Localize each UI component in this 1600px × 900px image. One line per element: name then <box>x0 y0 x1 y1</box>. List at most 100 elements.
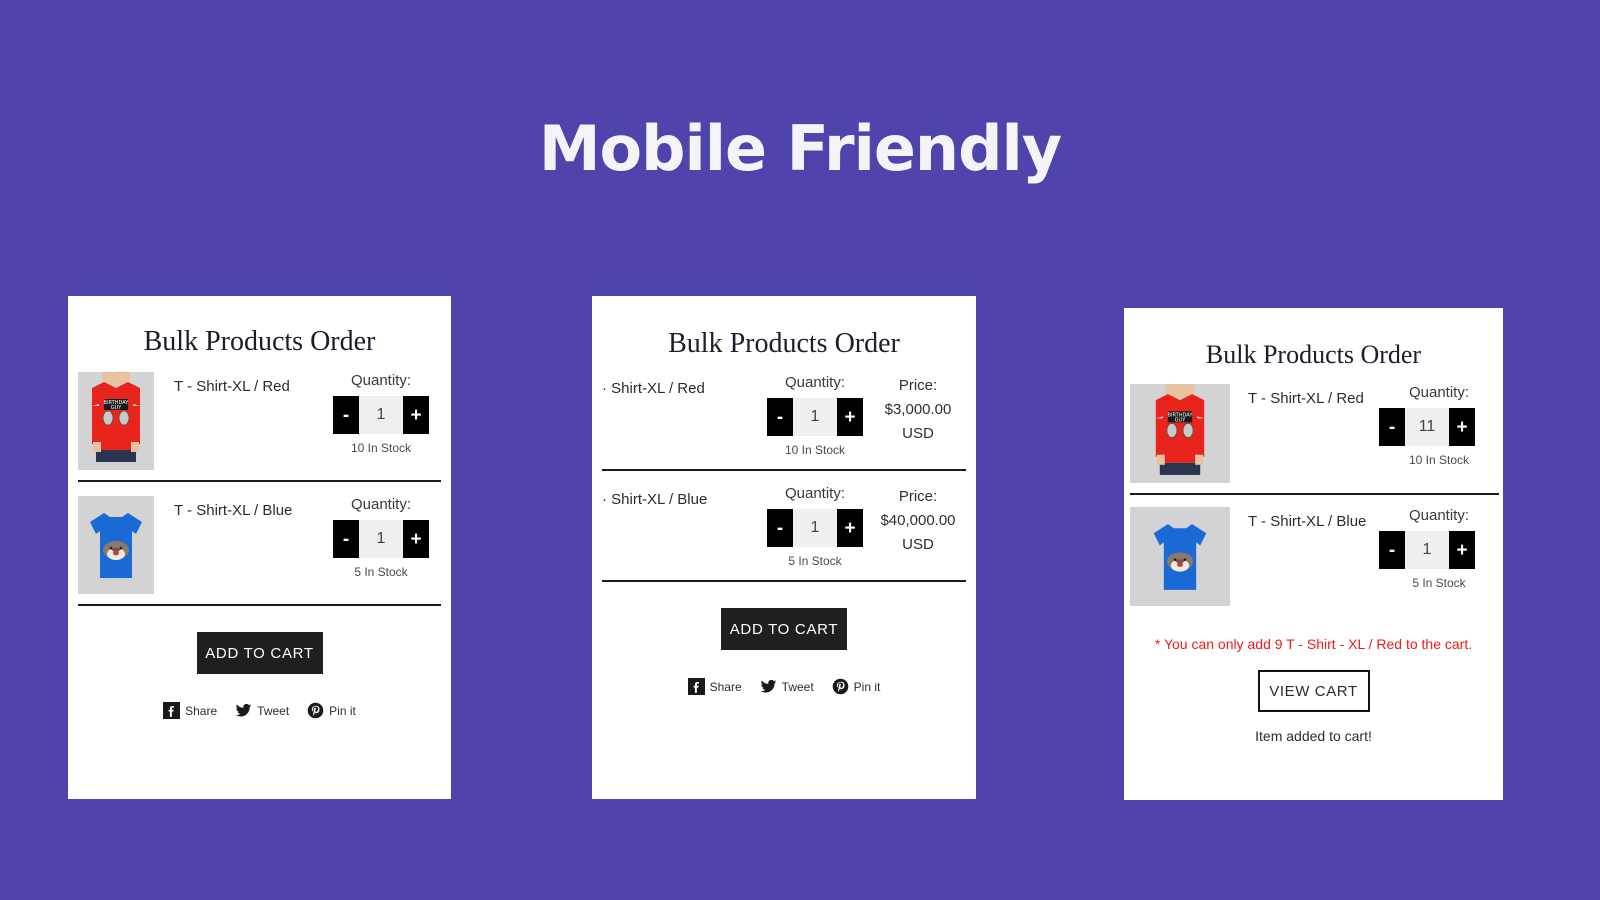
quantity-stepper: - 1 + <box>321 396 441 434</box>
stock-label: 10 In Stock <box>1408 453 1470 467</box>
card-1-title: Bulk Products Order <box>143 326 376 357</box>
pinterest-share-label: Pin it <box>329 703 356 718</box>
price-amount: $40,000.00 <box>880 512 956 529</box>
blue-tshirt-hedgehog-icon <box>78 496 154 594</box>
decrement-button[interactable]: - <box>767 509 793 547</box>
quantity-stepper: - 1 + <box>1379 531 1499 569</box>
quantity-input[interactable]: 1 <box>793 509 837 547</box>
increment-button[interactable]: + <box>403 520 429 558</box>
twitter-share-button[interactable]: Tweet <box>760 678 814 695</box>
price-currency: USD <box>902 536 934 553</box>
twitter-share-button[interactable]: Tweet <box>235 702 289 719</box>
quantity-label: Quantity: <box>350 496 412 513</box>
increment-button[interactable]: + <box>403 396 429 434</box>
increment-button[interactable]: + <box>837 509 863 547</box>
table-row: BIRTHDAY GUY T - Shirt-XL / Red Quantity… <box>78 372 441 482</box>
quantity-label: Quantity: <box>784 485 846 502</box>
add-to-cart-button[interactable]: ADD TO CART <box>196 632 323 674</box>
table-row: T - Shirt-XL / Blue Quantity: - 1 + 5 In… <box>1130 507 1499 618</box>
table-row: BIRTHDAY GUY T - Shirt-XL / Red Quantity… <box>1130 384 1499 495</box>
increment-button[interactable]: + <box>1449 531 1475 569</box>
product-name: T - Shirt-XL / Red <box>1248 390 1364 407</box>
product-name: · Shirt-XL / Red <box>602 380 705 397</box>
svg-text:GUY: GUY <box>1175 417 1187 423</box>
price-amount: $3,000.00 <box>884 401 952 418</box>
pinterest-share-button[interactable]: Pin it <box>832 678 881 695</box>
stock-label: 10 In Stock <box>784 443 846 457</box>
price-label: Price: <box>898 488 938 505</box>
table-row: · Shirt-XL / Red Quantity: - 1 + 10 In S… <box>602 374 966 471</box>
quantity-stepper: - 11 + <box>1379 408 1499 446</box>
status-message: Item added to cart! <box>1255 728 1372 744</box>
product-image-blue-tshirt <box>78 496 154 594</box>
bulk-order-card-3: Bulk Products Order BIRTHDAY GUY T - Shi… <box>1124 308 1503 800</box>
increment-button[interactable]: + <box>1449 408 1475 446</box>
quantity-label: Quantity: <box>350 372 412 389</box>
add-to-cart-button[interactable]: ADD TO CART <box>721 608 847 650</box>
quantity-stepper: - 1 + <box>760 509 870 547</box>
red-tshirt-model-icon: BIRTHDAY GUY <box>1141 384 1219 483</box>
product-cards-area: Bulk Products Order BIRTHDAY GUY T - Shi… <box>0 0 1600 900</box>
facebook-icon <box>163 702 181 719</box>
quantity-stepper-group: Quantity: - 1 + 5 In Stock <box>1379 507 1499 590</box>
pinterest-icon <box>832 678 848 695</box>
twitter-icon <box>235 703 252 717</box>
facebook-share-label: Share <box>709 679 742 694</box>
bulk-order-card-1: Bulk Products Order BIRTHDAY GUY T - Shi… <box>68 296 451 799</box>
increment-button[interactable]: + <box>837 398 863 436</box>
price-currency: USD <box>902 425 934 442</box>
view-cart-button[interactable]: VIEW CART <box>1257 670 1370 712</box>
decrement-button[interactable]: - <box>1379 531 1405 569</box>
facebook-share-button[interactable]: Share <box>163 702 217 719</box>
quantity-stepper-group: Quantity: - 1 + 5 In Stock <box>760 485 870 568</box>
quantity-label: Quantity: <box>784 374 846 391</box>
card-1-product-list: BIRTHDAY GUY T - Shirt-XL / Red Quantity… <box>78 358 441 606</box>
stock-label: 5 In Stock <box>1412 576 1466 590</box>
product-image-blue-tshirt <box>1130 507 1230 606</box>
table-row: · Shirt-XL / Blue Quantity: - 1 + 5 In S… <box>602 485 966 582</box>
twitter-share-label: Tweet <box>257 703 290 718</box>
decrement-button[interactable]: - <box>333 396 359 434</box>
card-3-title: Bulk Products Order <box>1205 340 1422 369</box>
quantity-label: Quantity: <box>1408 507 1470 524</box>
social-share-bar: Share Tweet Pin it <box>592 678 976 695</box>
pinterest-share-label: Pin it <box>853 679 881 694</box>
stock-label: 5 In Stock <box>788 554 842 568</box>
twitter-icon <box>760 679 776 693</box>
card-3-product-list: BIRTHDAY GUY T - Shirt-XL / Red Quantity… <box>1130 370 1499 618</box>
product-image-red-tshirt: BIRTHDAY GUY <box>78 372 154 470</box>
decrement-button[interactable]: - <box>333 520 359 558</box>
bulk-order-card-2: Bulk Products Order · Shirt-XL / Red Qua… <box>592 296 976 799</box>
social-share-bar: Share Tweet Pin it <box>68 702 451 719</box>
card-2-product-list: · Shirt-XL / Red Quantity: - 1 + 10 In S… <box>602 360 966 582</box>
facebook-icon <box>687 678 705 695</box>
decrement-button[interactable]: - <box>767 398 793 436</box>
price-label: Price: <box>898 377 938 394</box>
quantity-input[interactable]: 1 <box>793 398 837 436</box>
product-name: T - Shirt-XL / Red <box>174 378 290 395</box>
product-name: T - Shirt-XL / Blue <box>1248 513 1367 530</box>
quantity-input[interactable]: 1 <box>359 520 403 558</box>
facebook-share-button[interactable]: Share <box>687 678 742 695</box>
quantity-input[interactable]: 1 <box>1405 531 1449 569</box>
error-message: * You can only add 9 T - Shirt - XL / Re… <box>1154 636 1473 652</box>
red-tshirt-model-icon: BIRTHDAY GUY <box>78 372 154 470</box>
quantity-stepper-group: Quantity: - 1 + 10 In Stock <box>760 374 870 457</box>
blue-tshirt-hedgehog-icon <box>1141 507 1219 606</box>
decrement-button[interactable]: - <box>1379 408 1405 446</box>
table-row: T - Shirt-XL / Blue Quantity: - 1 + 5 In… <box>78 496 441 606</box>
stock-label: 10 In Stock <box>350 441 412 455</box>
quantity-input[interactable]: 11 <box>1405 408 1449 446</box>
quantity-stepper-group: Quantity: - 1 + 10 In Stock <box>321 372 441 455</box>
quantity-stepper-group: Quantity: - 11 + 10 In Stock <box>1379 384 1499 467</box>
svg-text:GUY: GUY <box>111 405 123 411</box>
quantity-input[interactable]: 1 <box>359 396 403 434</box>
twitter-share-label: Tweet <box>781 679 814 694</box>
price-column: Price: $40,000.00 USD <box>870 485 966 557</box>
quantity-stepper-group: Quantity: - 1 + 5 In Stock <box>321 496 441 579</box>
pinterest-share-button[interactable]: Pin it <box>307 702 356 719</box>
card-2-title: Bulk Products Order <box>668 328 900 359</box>
facebook-share-label: Share <box>185 703 218 718</box>
product-image-red-tshirt: BIRTHDAY GUY <box>1130 384 1230 483</box>
quantity-stepper: - 1 + <box>321 520 441 558</box>
